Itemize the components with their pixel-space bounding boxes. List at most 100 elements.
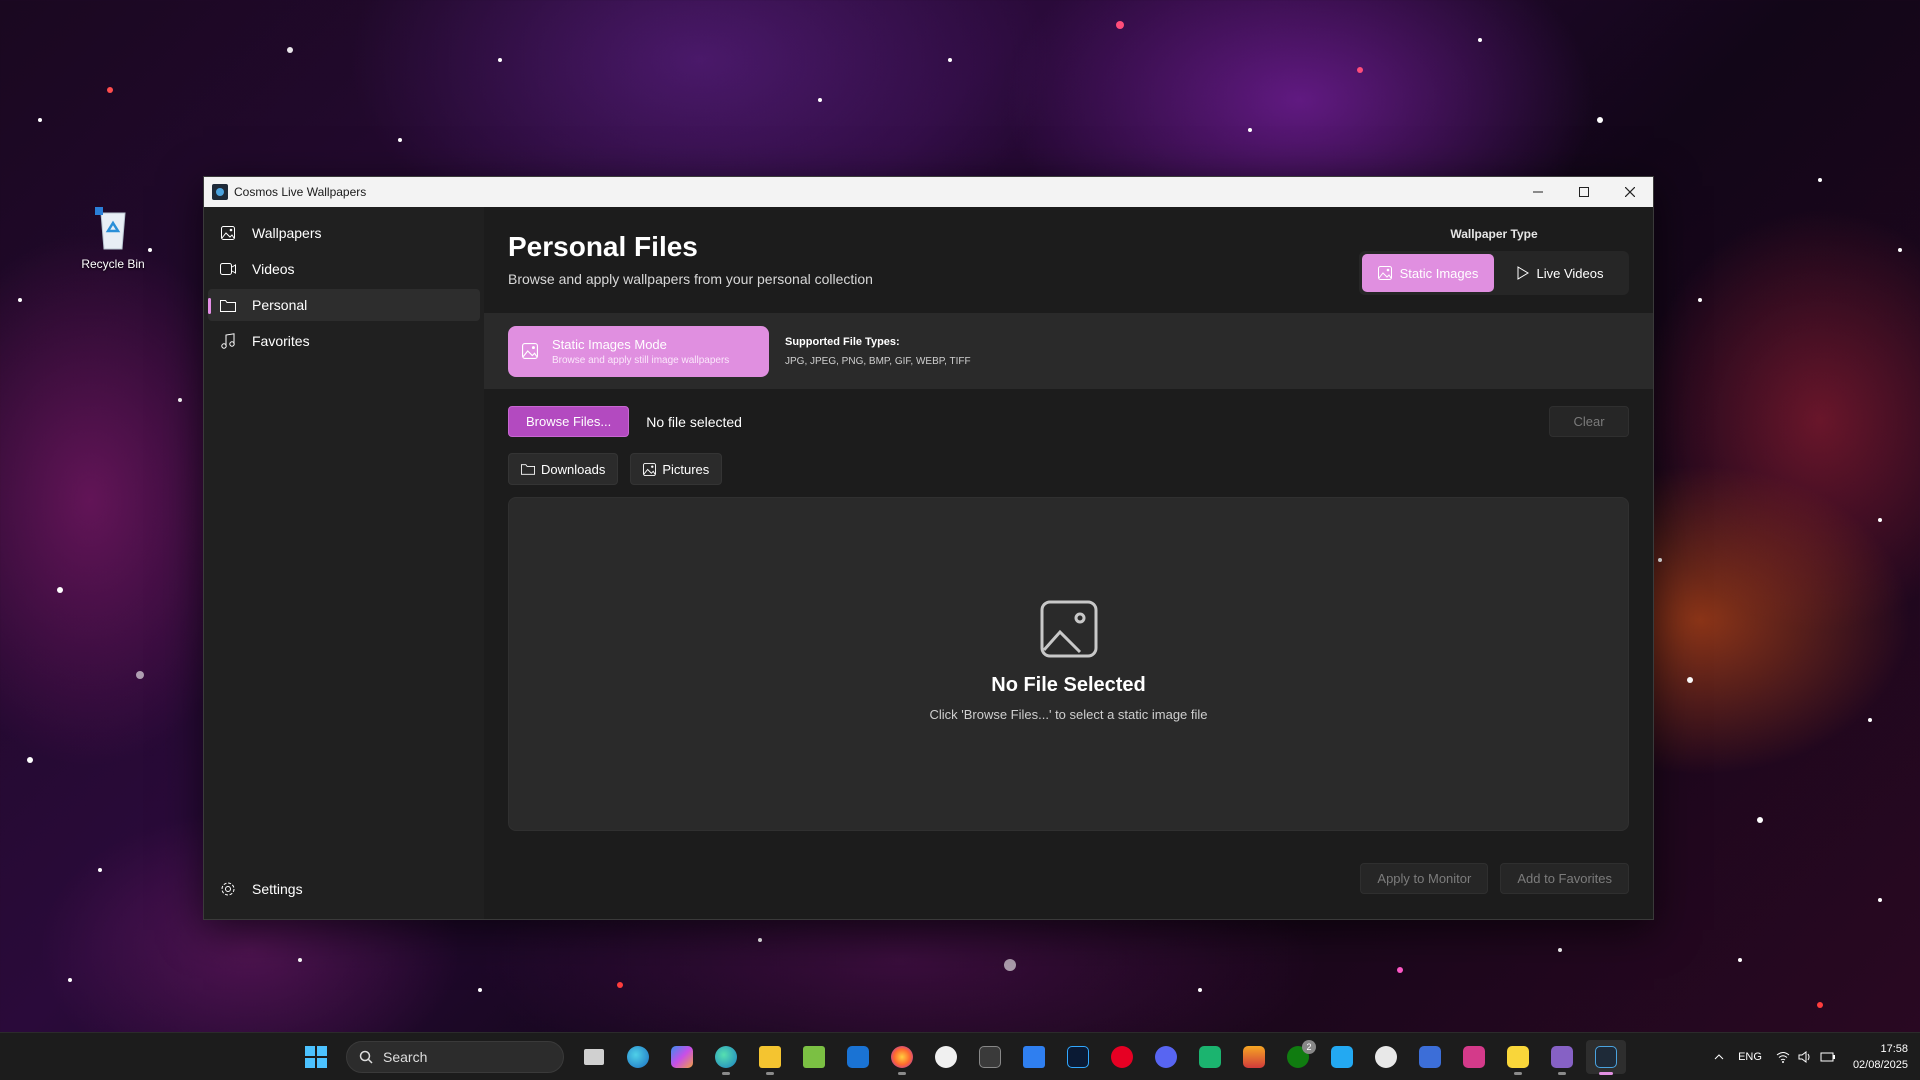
taskbar-cosmos-live-wallpapers[interactable]	[1586, 1040, 1626, 1075]
pictures-button[interactable]: Pictures	[630, 453, 723, 485]
video-icon	[220, 261, 236, 277]
quick-folders: Downloads Pictures	[484, 437, 1653, 485]
game-app-icon	[1199, 1046, 1221, 1068]
mode-info-bar: Static Images Mode Browse and apply stil…	[484, 313, 1653, 389]
taskbar-file-explorer[interactable]	[750, 1040, 790, 1075]
discord-icon	[1155, 1046, 1177, 1068]
checkmark-icon	[1023, 1046, 1045, 1068]
wallpaper-type-label: Wallpaper Type	[1450, 227, 1538, 241]
taskbar-app-light[interactable]	[1234, 1040, 1274, 1074]
app-pink-icon	[1463, 1046, 1485, 1068]
search-icon	[359, 1050, 373, 1064]
task-view-icon	[584, 1049, 604, 1065]
title-bar[interactable]: Cosmos Live Wallpapers	[204, 177, 1653, 207]
taskbar-search[interactable]: Search	[346, 1041, 564, 1073]
recycle-bin-shortcut[interactable]: Recycle Bin	[78, 205, 148, 271]
browse-files-button[interactable]: Browse Files...	[508, 406, 630, 437]
taskbar-photoshop[interactable]	[1058, 1040, 1098, 1074]
app-window: Cosmos Live Wallpapers Wallpapers Videos	[203, 176, 1654, 920]
add-to-favorites-button[interactable]: Add to Favorites	[1500, 863, 1629, 894]
taskbar-app-pink[interactable]	[1454, 1040, 1494, 1074]
sidebar-item-favorites[interactable]: Favorites	[208, 325, 480, 357]
taskbar-terminal[interactable]	[970, 1040, 1010, 1074]
downloads-label: Downloads	[541, 461, 606, 477]
show-hidden-icons-button[interactable]	[1714, 1054, 1724, 1060]
sidebar-item-personal[interactable]: Personal	[208, 289, 480, 321]
sidebar-item-label: Favorites	[252, 333, 310, 349]
supported-types: Supported File Types: JPG, JPEG, PNG, BM…	[785, 336, 971, 367]
taskbar-game-app[interactable]	[1190, 1040, 1230, 1074]
terminal-icon	[979, 1046, 1001, 1068]
downloads-button[interactable]: Downloads	[508, 453, 619, 485]
settings-label: Settings	[252, 881, 303, 897]
supported-types-list: JPG, JPEG, PNG, BMP, GIF, WEBP, TIFF	[785, 355, 971, 367]
folder-icon	[220, 297, 236, 313]
remote-app-icon	[1419, 1046, 1441, 1068]
vscode-icon	[1331, 1046, 1353, 1068]
mode-subtitle: Browse and apply still image wallpapers	[552, 354, 730, 366]
taskbar-xbox[interactable]: 2	[1278, 1040, 1318, 1074]
volume-icon	[1798, 1051, 1810, 1063]
sidebar-item-wallpapers[interactable]: Wallpapers	[208, 217, 480, 249]
windows-logo-icon	[305, 1046, 327, 1068]
image-icon	[643, 462, 657, 476]
pictures-label: Pictures	[662, 461, 710, 477]
taskbar-sticky-notes[interactable]	[1498, 1040, 1538, 1075]
app-light-icon	[1243, 1046, 1265, 1068]
live-videos-label: Live Videos	[1536, 265, 1604, 281]
taskbar-app-dark[interactable]	[926, 1040, 966, 1074]
taskbar-edge-dev[interactable]	[706, 1040, 746, 1075]
file-status: No file selected	[646, 413, 742, 430]
no-file-heading: No File Selected	[991, 674, 1146, 696]
taskbar-firefox[interactable]	[882, 1040, 922, 1075]
maximize-icon	[1579, 187, 1589, 197]
taskbar-discord[interactable]	[1146, 1040, 1186, 1074]
close-button[interactable]	[1607, 177, 1653, 207]
maximize-button[interactable]	[1561, 177, 1607, 207]
taskbar-visual-studio[interactable]	[1542, 1040, 1582, 1075]
sidebar-item-label: Videos	[252, 261, 295, 277]
play-icon	[1517, 266, 1529, 280]
taskbar: Search 2 ENG 17:58 02/08/2025	[0, 1032, 1920, 1080]
apply-to-monitor-button[interactable]: Apply to Monitor	[1360, 863, 1489, 894]
app-dark-icon	[935, 1046, 957, 1068]
taskbar-copilot[interactable]	[662, 1040, 702, 1074]
sticky-notes-icon	[1507, 1046, 1529, 1068]
taskbar-edge[interactable]	[618, 1040, 658, 1074]
sidebar-item-settings[interactable]: Settings	[208, 873, 480, 905]
image-icon	[220, 225, 236, 241]
static-images-toggle[interactable]: Static Images	[1362, 254, 1494, 292]
live-videos-toggle[interactable]: Live Videos	[1494, 254, 1626, 292]
minimize-icon	[1533, 191, 1543, 193]
folder-icon	[521, 463, 535, 475]
taskbar-remote-app[interactable]	[1410, 1040, 1450, 1074]
window-title: Cosmos Live Wallpapers	[234, 185, 367, 199]
taskbar-chatgpt[interactable]	[1366, 1040, 1406, 1074]
app-logo-icon	[212, 184, 228, 200]
language-indicator[interactable]: ENG	[1738, 1051, 1762, 1063]
clock[interactable]: 17:58 02/08/2025	[1853, 1041, 1908, 1073]
chevron-up-icon	[1714, 1054, 1724, 1060]
supported-types-label: Supported File Types:	[785, 335, 900, 348]
page-header: Personal Files Browse and apply wallpape…	[484, 207, 1653, 313]
task-view-button[interactable]	[574, 1040, 614, 1074]
wallpaper-type-toggle: Static Images Live Videos	[1359, 251, 1629, 295]
minimize-button[interactable]	[1515, 177, 1561, 207]
sidebar-item-videos[interactable]: Videos	[208, 253, 480, 285]
clear-button[interactable]: Clear	[1549, 406, 1629, 437]
image-preview-area: No File Selected Click 'Browse Files...'…	[508, 497, 1629, 831]
quick-settings-button[interactable]	[1776, 1051, 1836, 1063]
taskbar-outlook[interactable]	[838, 1040, 878, 1074]
taskbar-notepad[interactable]	[794, 1040, 834, 1074]
taskbar-pinterest[interactable]	[1102, 1040, 1142, 1074]
taskbar-vscode[interactable]	[1322, 1040, 1362, 1074]
sidebar: Wallpapers Videos Personal Favorites Set…	[204, 207, 484, 919]
taskbar-todo[interactable]	[1014, 1040, 1054, 1074]
battery-icon	[1820, 1052, 1835, 1062]
notepad-icon	[803, 1046, 825, 1068]
photoshop-icon	[1067, 1046, 1089, 1068]
start-button[interactable]	[296, 1040, 336, 1074]
close-icon	[1625, 187, 1635, 197]
image-placeholder-icon	[1040, 600, 1097, 658]
clock-time: 17:58	[1880, 1043, 1908, 1055]
